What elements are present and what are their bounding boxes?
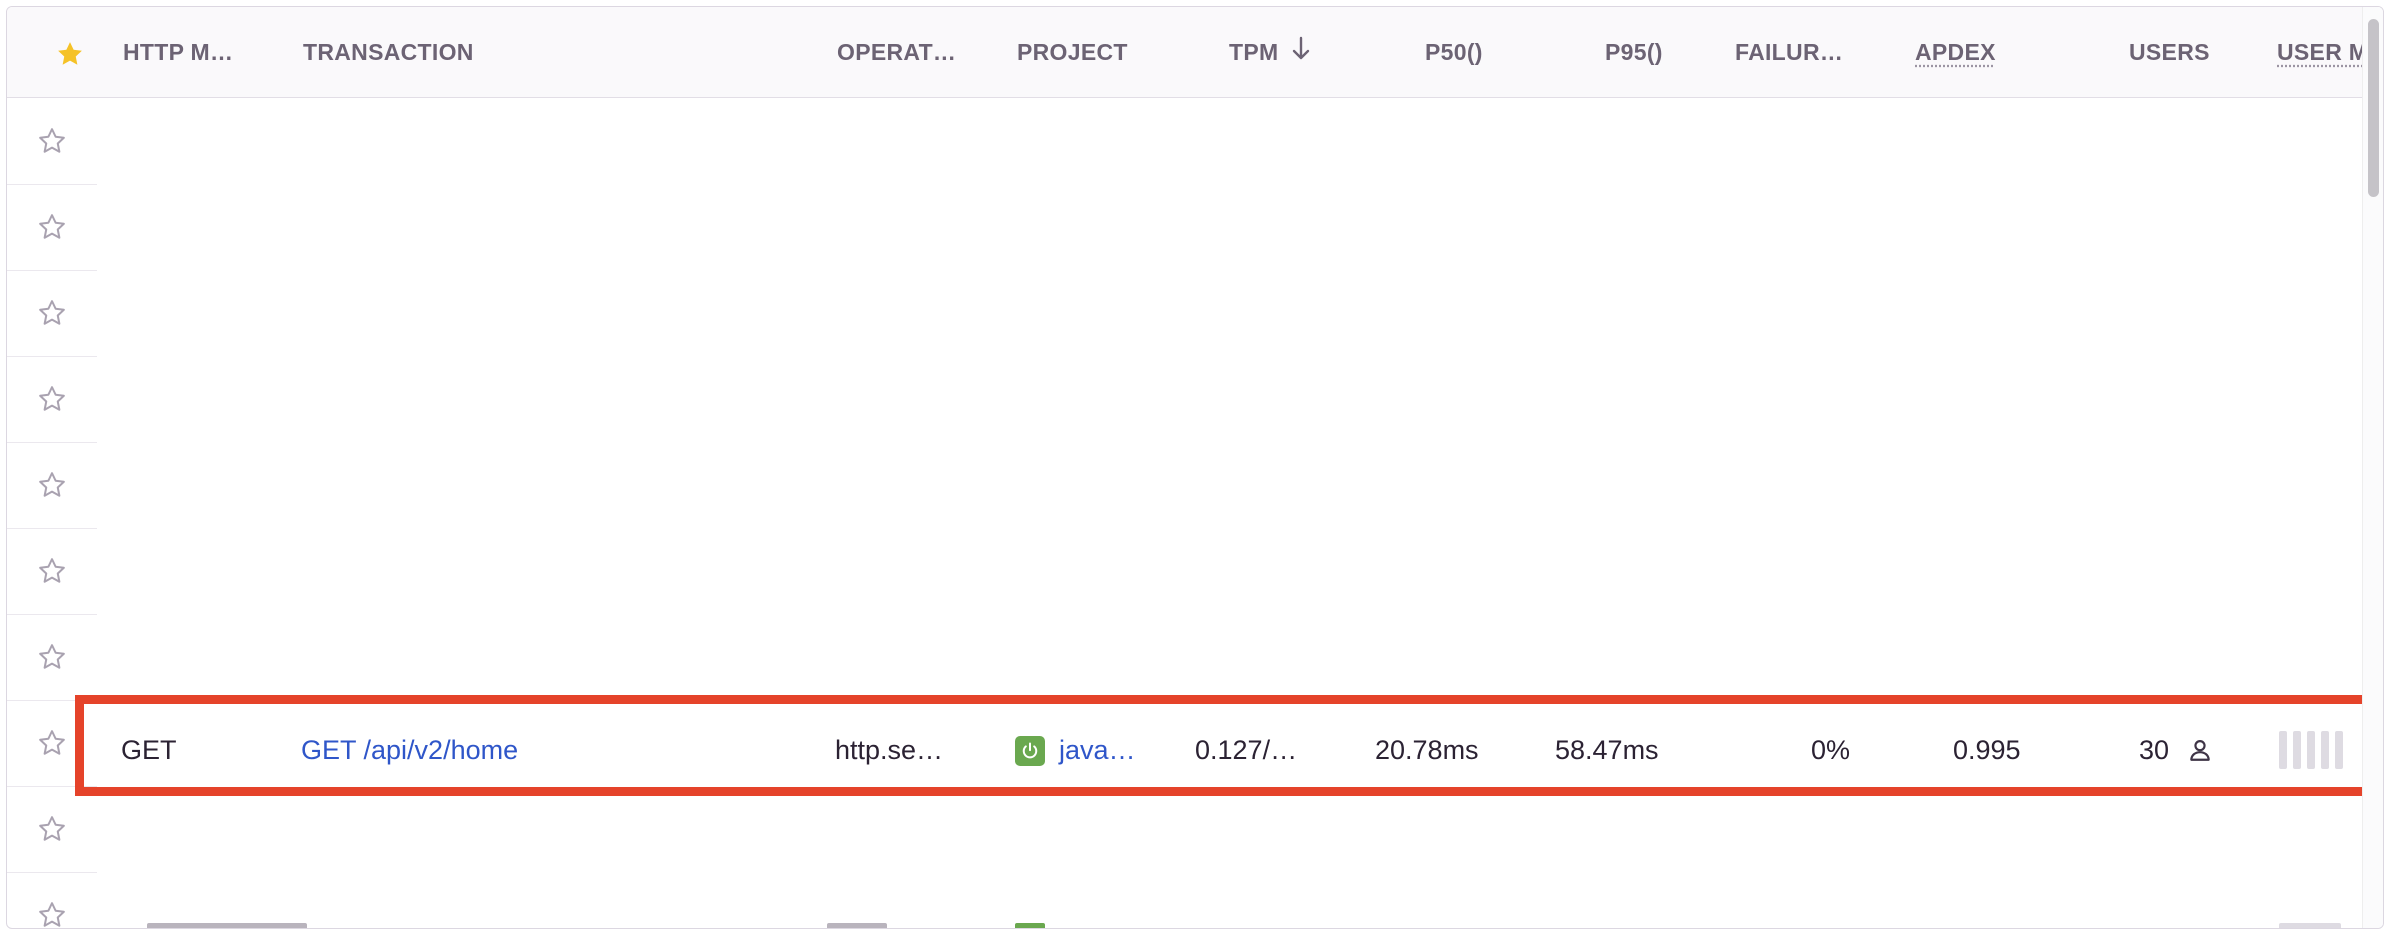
star-column [7,98,97,928]
column-header-transaction[interactable]: TRANSACTION [303,7,474,97]
star-outline-icon [39,558,65,583]
column-header-failure-rate[interactable]: FAILUR… [1735,7,1843,97]
misery-segment [2293,731,2301,769]
http-method-cell: GET [121,735,177,765]
column-header-project[interactable]: PROJECT [1017,7,1128,97]
star-cell[interactable] [7,786,97,873]
column-header-users[interactable]: USERS [2129,7,2210,97]
star-cell[interactable] [7,270,97,357]
table-header: HTTP M… TRANSACTION OPERAT… PROJECT TPM … [7,7,2383,98]
failure-rate-cell: 0% [1811,735,1851,765]
star-cell[interactable] [7,872,97,928]
star-cell[interactable] [7,184,97,271]
star-outline-icon [39,214,65,239]
next-row-text-fragment [147,923,307,928]
user-icon [2187,737,2213,763]
next-row-text-fragment [827,923,887,928]
vertical-scrollbar[interactable] [2362,7,2383,928]
arrow-down-icon [1291,9,1311,99]
next-row-misery-fragment [2279,923,2341,928]
misery-segment [2307,731,2315,769]
misery-segment [2279,731,2287,769]
star-cell[interactable] [7,528,97,615]
column-header-operation[interactable]: OPERAT… [837,7,956,97]
misery-segment [2321,731,2329,769]
star-outline-icon [39,128,65,153]
column-header-p95[interactable]: P95() [1605,7,1663,97]
operation-cell: http.se… [835,735,944,765]
column-header-http-method[interactable]: HTTP M… [123,7,233,97]
star-cell[interactable] [7,614,97,701]
p50-cell: 20.78ms [1375,735,1479,765]
apdex-cell: 0.995 [1953,735,2021,765]
transactions-table: HTTP M… TRANSACTION OPERAT… PROJECT TPM … [6,6,2384,929]
power-icon [1015,736,1045,766]
column-header-apdex[interactable]: APDEX [1915,7,1996,97]
star-outline-icon [39,300,65,325]
tpm-cell: 0.127/… [1195,735,1298,765]
star-cell[interactable] [7,356,97,443]
table-row[interactable]: GET GET /api/v2/home http.se… java… 0.12… [7,707,2383,793]
star-cell[interactable] [7,98,97,185]
star-outline-icon [39,644,65,669]
scrollbar-thumb[interactable] [2368,19,2379,197]
misery-segment [2335,731,2343,769]
p95-cell: 58.47ms [1555,735,1659,765]
star-outline-icon [39,816,65,841]
star-filled-icon[interactable] [55,39,85,69]
star-cell[interactable] [7,442,97,529]
column-header-tpm[interactable]: TPM [1229,7,1311,97]
transaction-link[interactable]: GET /api/v2/home [301,707,518,793]
star-outline-icon [39,472,65,497]
star-outline-icon [39,902,65,927]
column-header-user-misery[interactable]: USER M [2277,7,2368,97]
column-header-tpm-label: TPM [1229,39,1279,65]
users-cell: 30 [2139,735,2170,765]
column-header-p50[interactable]: P50() [1425,7,1483,97]
project-link[interactable]: java… [1059,707,1136,793]
star-outline-icon [39,386,65,411]
next-row-project-badge [1015,923,1045,928]
